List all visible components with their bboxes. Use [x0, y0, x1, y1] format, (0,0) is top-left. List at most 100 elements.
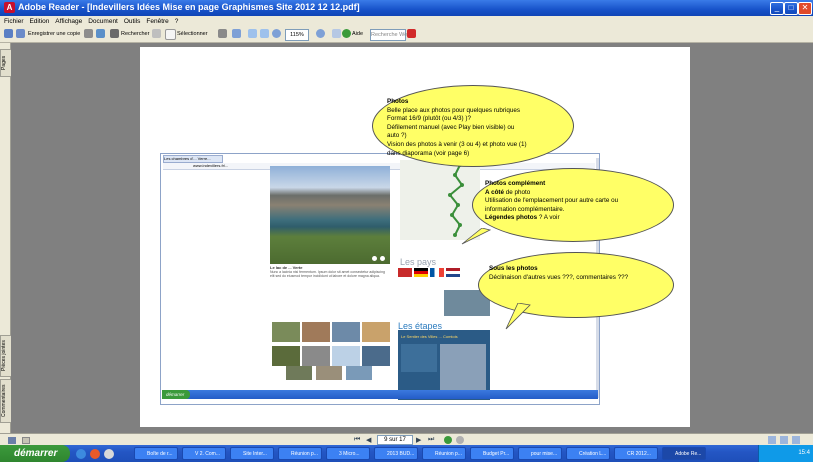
thumbnail-4 — [362, 322, 390, 342]
help-icon[interactable] — [342, 29, 351, 38]
fit-page-icon[interactable] — [248, 29, 257, 38]
task-budget[interactable]: Budget Pr... — [470, 447, 514, 460]
flag-netherlands-icon[interactable] — [446, 268, 460, 277]
zoom-out-icon[interactable] — [272, 29, 281, 38]
language-flags — [398, 268, 482, 278]
callout-photos-title: Photos — [387, 98, 409, 105]
window-title: Adobe Reader - [Indevillers Idées Mise e… — [18, 2, 360, 12]
yahoo-icon[interactable] — [407, 29, 416, 38]
etapes-photo — [440, 344, 486, 396]
task-micro[interactable]: 3 Micro... — [326, 447, 370, 460]
go-forward-icon[interactable] — [456, 436, 464, 444]
thumbnail-10 — [316, 366, 342, 380]
callout-photos-line-6: dans diaporama (voir page 6) — [387, 149, 470, 157]
etapes-banner: Le Sentier des Villes ... Comtois — [401, 334, 458, 339]
embedded-start-button: démarrer — [162, 390, 190, 399]
help-button[interactable]: Aide — [352, 29, 363, 39]
task-creation[interactable]: Création L... — [566, 447, 610, 460]
thumbnail-5 — [272, 346, 300, 366]
single-page-icon[interactable] — [768, 436, 776, 444]
save-icon[interactable] — [16, 29, 25, 38]
prev-page-button[interactable]: ◀ — [366, 436, 371, 444]
menu-edition[interactable]: Edition — [29, 16, 49, 27]
select-cursor-icon[interactable] — [165, 29, 176, 40]
menu-help[interactable]: ? — [175, 16, 179, 27]
title-bar: A Adobe Reader - [Indevillers Idées Mise… — [0, 0, 813, 16]
callout-complement-line-3: information complémentaire. — [485, 205, 565, 213]
start-button[interactable]: démarrer — [0, 445, 70, 462]
first-page-button[interactable]: ⏮ — [354, 436, 360, 444]
facing-icon[interactable] — [792, 436, 800, 444]
menu-outils[interactable]: Outils — [124, 16, 141, 27]
menu-fichier[interactable]: Fichier — [4, 16, 24, 27]
save-copy-button[interactable]: Enregistrer une copie — [28, 29, 80, 39]
hand-icon[interactable] — [152, 29, 161, 38]
callout-complement-line-4-rest: ? A voir — [537, 214, 560, 222]
fit-width-icon[interactable] — [260, 29, 269, 38]
task-2013-bud[interactable]: 2013 BUD... — [374, 447, 418, 460]
zoom-plus-icon[interactable] — [316, 29, 325, 38]
thumbnail-3 — [332, 322, 360, 342]
thumbnail-1 — [272, 322, 300, 342]
menu-document[interactable]: Document — [88, 16, 118, 27]
task-reunion-2[interactable]: Réunion p... — [422, 447, 466, 460]
photo-play-icon — [372, 256, 377, 261]
last-page-button[interactable]: ⏭ — [428, 436, 434, 444]
page-indicator[interactable]: 9 sur 17 — [377, 435, 413, 445]
next-page-button[interactable]: ▶ — [416, 436, 421, 444]
task-adobe-reader[interactable]: Adobe Re... — [662, 447, 706, 460]
callout-complement-line-2: Utilisation de l'emplacement pour autre … — [485, 197, 619, 205]
continuous-icon[interactable] — [780, 436, 788, 444]
task-v2-com[interactable]: V 2. Com... — [182, 447, 226, 460]
callout-photos-line-1: Belle place aux photos pour quelques rub… — [387, 106, 521, 114]
email-icon[interactable] — [96, 29, 105, 38]
photo-caption-text: Nunc a lacinia nisi fermentum. Ipsum dol… — [270, 270, 385, 278]
thumbnail-7 — [332, 346, 360, 366]
minimize-button[interactable]: _ — [770, 2, 784, 15]
flag-france-icon[interactable] — [430, 268, 444, 277]
menu-affichage[interactable]: Affichage — [55, 16, 82, 27]
snapshot-icon[interactable] — [218, 29, 227, 38]
flag-germany-icon[interactable] — [414, 268, 428, 277]
maximize-button[interactable]: □ — [784, 2, 798, 15]
binoculars-icon[interactable] — [110, 29, 119, 38]
thumbnail-6 — [302, 346, 330, 366]
main-photo-lake — [270, 166, 390, 264]
callout-photos-line-3: Défilement manuel (avec Play bien visibl… — [387, 123, 515, 131]
thumbnail-11 — [346, 366, 372, 380]
callout-photos-text: Photos Belle place aux photos pour quelq… — [387, 98, 569, 158]
web-search-field[interactable]: Recherche Web — [370, 29, 410, 41]
callout-complement-title: Photos complément — [485, 180, 546, 187]
callout-photos-line-2: Format 16/9 (plutôt (ou 4/3) )? — [387, 115, 471, 123]
select-button[interactable]: Sélectionner — [177, 29, 208, 39]
menu-fenetre[interactable]: Fenêtre — [146, 16, 168, 27]
quicklaunch-ie-icon[interactable] — [76, 449, 86, 459]
rotate-icon[interactable] — [332, 29, 341, 38]
zoom-field[interactable]: 115% — [285, 29, 309, 41]
close-button[interactable]: ✕ — [798, 2, 812, 15]
task-cr-2012[interactable]: CR 2012... — [614, 447, 658, 460]
quicklaunch-desktop-icon[interactable] — [104, 449, 114, 459]
callout-photos-line-4: auto ?) — [387, 132, 407, 140]
print-icon[interactable] — [84, 29, 93, 38]
open-icon[interactable] — [4, 29, 13, 38]
task-boite-reception[interactable]: Boîte de r... — [134, 447, 178, 460]
task-pour-mise[interactable]: pour mise... — [518, 447, 562, 460]
hand-tool-icon[interactable] — [8, 437, 16, 444]
callout-sous-title: Sous les photos — [489, 265, 538, 272]
go-back-icon[interactable] — [444, 436, 452, 444]
task-reunion-1[interactable]: Réunion p... — [278, 447, 322, 460]
thumbnail-9 — [286, 366, 312, 380]
callout-complement-line-4-bold: Légendes photos — [485, 214, 538, 222]
photo-next-icon — [380, 256, 385, 261]
quicklaunch-firefox-icon[interactable] — [90, 449, 100, 459]
callout-complement-line-4: Légendes photos ? A voir — [485, 214, 671, 223]
embedded-taskbar: démarrer — [162, 390, 598, 399]
system-tray: 15:4 — [758, 445, 813, 462]
zoom-in-icon[interactable] — [232, 29, 241, 38]
search-button[interactable]: Rechercher — [121, 29, 149, 39]
task-site-internet[interactable]: Site Inter... — [230, 447, 274, 460]
page-view-icon[interactable] — [22, 437, 30, 444]
menu-bar: Fichier Edition Affichage Document Outil… — [0, 16, 813, 27]
flag-switzerland-icon[interactable] — [398, 268, 412, 277]
